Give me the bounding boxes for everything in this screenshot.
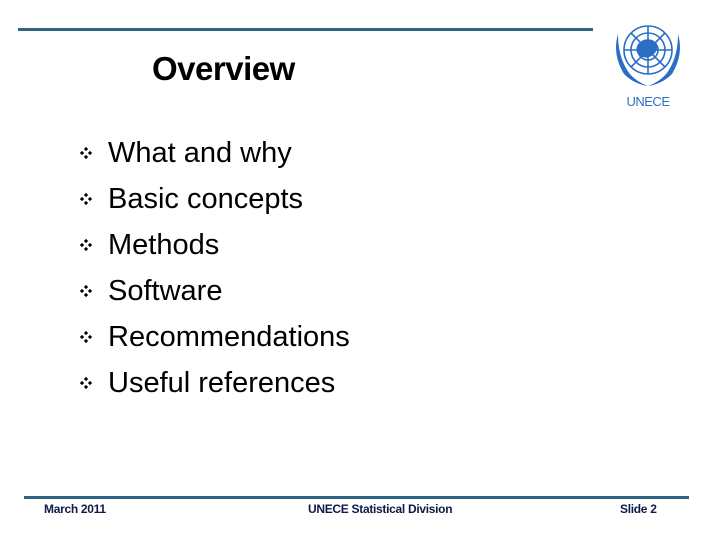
bullet-label: What and why: [108, 136, 292, 169]
bullet-item: Methods: [80, 222, 350, 268]
logo-label: UNECE: [626, 94, 670, 109]
bullet-item: Useful references: [80, 360, 350, 406]
footer-divider: [24, 496, 689, 499]
slide-title: Overview: [152, 50, 295, 87]
bullet-item: Software: [80, 268, 350, 314]
diamond-bullet-icon: [80, 377, 108, 389]
bullet-item: Basic concepts: [80, 176, 350, 222]
header-divider: [18, 28, 593, 31]
un-emblem-icon: [616, 25, 680, 86]
unece-logo: UNECE: [608, 14, 688, 110]
bullet-label: Useful references: [108, 366, 336, 399]
bullet-item: Recommendations: [80, 314, 350, 360]
footer-date: March 2011: [44, 502, 106, 516]
diamond-bullet-icon: [80, 193, 108, 205]
diamond-bullet-icon: [80, 147, 108, 159]
bullet-list: What and why Basic concepts Methods Soft…: [80, 130, 350, 406]
footer-slide-number: Slide 2: [620, 502, 657, 516]
bullet-label: Recommendations: [108, 320, 350, 353]
bullet-item: What and why: [80, 130, 350, 176]
diamond-bullet-icon: [80, 285, 108, 297]
footer-organization: UNECE Statistical Division: [308, 502, 453, 516]
diamond-bullet-icon: [80, 239, 108, 251]
bullet-label: Methods: [108, 228, 220, 261]
diamond-bullet-icon: [80, 331, 108, 343]
bullet-label: Basic concepts: [108, 182, 304, 215]
bullet-label: Software: [108, 274, 223, 307]
